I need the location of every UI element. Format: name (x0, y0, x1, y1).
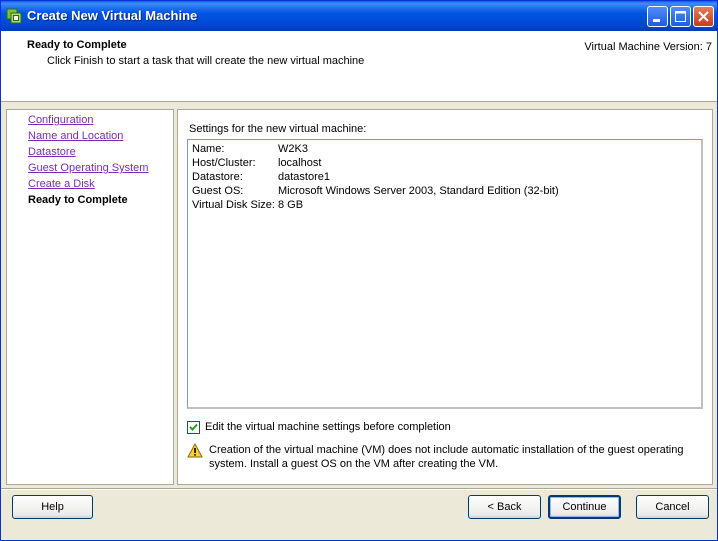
step-description: Click Finish to start a task that will c… (47, 55, 365, 67)
setting-key: Virtual Disk Size: (192, 199, 275, 211)
edit-settings-checkbox[interactable] (187, 421, 200, 434)
continue-button[interactable]: Continue (548, 495, 621, 519)
footer-divider (1, 488, 717, 490)
step-current-ready-to-complete: Ready to Complete (28, 194, 128, 206)
wizard-steps-sidebar: Configuration Name and Location Datastor… (6, 109, 174, 485)
step-link-name-and-location[interactable]: Name and Location (28, 130, 123, 142)
cancel-button[interactable]: Cancel (636, 495, 709, 519)
minimize-button[interactable] (647, 6, 668, 27)
step-link-guest-os[interactable]: Guest Operating System (28, 162, 148, 174)
step-link-datastore[interactable]: Datastore (28, 146, 76, 158)
setting-value: 8 GB (278, 199, 304, 211)
warning-icon (187, 443, 203, 458)
close-icon (698, 11, 709, 22)
vm-icon (6, 8, 22, 24)
wizard-header: Ready to Complete Click Finish to start … (1, 31, 717, 102)
step-title: Ready to Complete (27, 39, 127, 51)
vm-version-label: Virtual Machine Version: 7 (584, 41, 712, 53)
checkmark-icon (189, 423, 198, 431)
wizard-window: Create New Virtual Machine Ready to Comp… (0, 0, 718, 541)
minimize-icon (653, 19, 660, 22)
edit-settings-label[interactable]: Edit the virtual machine settings before… (205, 421, 451, 433)
back-button[interactable]: < Back (468, 495, 541, 519)
setting-value: datastore1 (278, 171, 330, 183)
close-button[interactable] (693, 6, 714, 27)
wizard-content: Settings for the new virtual machine: Na… (177, 109, 713, 485)
setting-key: Name: (192, 143, 225, 155)
setting-value: Microsoft Windows Server 2003, Standard … (278, 185, 559, 197)
window-title: Create New Virtual Machine (27, 8, 198, 23)
settings-summary-box[interactable]: Name: W2K3 Host/Cluster: localhost Datas… (187, 139, 703, 409)
maximize-icon (675, 11, 686, 22)
setting-key: Host/Cluster: (192, 157, 256, 169)
step-link-create-disk[interactable]: Create a Disk (28, 178, 95, 190)
step-link-configuration[interactable]: Configuration (28, 114, 93, 126)
setting-key: Datastore: (192, 171, 243, 183)
maximize-button[interactable] (670, 6, 691, 27)
settings-heading: Settings for the new virtual machine: (189, 123, 367, 135)
title-bar[interactable]: Create New Virtual Machine (1, 1, 717, 31)
setting-value: W2K3 (278, 143, 308, 155)
warning-message: Creation of the virtual machine (VM) doe… (209, 444, 684, 470)
setting-key: Guest OS: (192, 185, 244, 197)
help-button[interactable]: Help (12, 495, 93, 519)
setting-value: localhost (278, 157, 322, 169)
